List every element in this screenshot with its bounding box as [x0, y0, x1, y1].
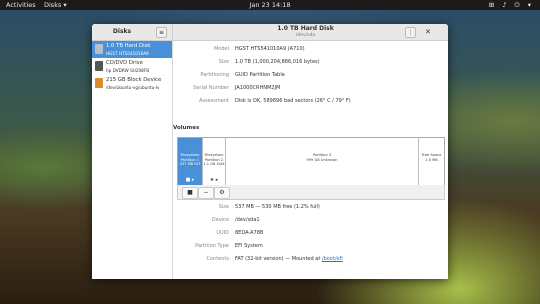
volume-map: Filesystem Partition 1 537 MB FAT ■ ▸ Fi… — [177, 137, 445, 186]
property-size: Size 1.0 TB (1,000,204,886,016 bytes) — [173, 59, 448, 68]
sidebar-item-cd-dvd[interactable]: CD/DVD Drive hp DVDRW SU208FB — [92, 58, 172, 75]
property-label: Partitioning — [200, 72, 229, 78]
device-model: HGST HTS541010A9 — [106, 51, 149, 56]
volume-label: Partition 3 999 GB Unknown — [306, 153, 338, 162]
window-title: 1.0 TB Hard Disk — [277, 25, 334, 32]
disks-window: Disks ≡ 1.0 TB Hard Disk /dev/sda ⋮ ✕ 1.… — [92, 24, 448, 279]
unmount-button[interactable]: ■ — [182, 187, 198, 199]
property-value: GUID Partition Table — [235, 72, 285, 78]
property-label: Model — [213, 46, 229, 52]
volume-label: Filesystem Partition 2 1.1 GB Ext4 — [203, 153, 225, 166]
detail-label: Size — [218, 204, 229, 210]
detail-label: UUID — [216, 230, 229, 236]
detail-value: /dev/sda1 — [235, 217, 260, 223]
property-label: Serial Number — [193, 85, 229, 91]
hard-disk-icon — [95, 44, 103, 54]
property-model: Model HGST HTS541010A9 (A710) — [173, 46, 448, 55]
volume-free-space[interactable]: Free Space 1.0 MB — [419, 138, 444, 185]
property-assessment: Assessment Disk is OK, 589896 bad sector… — [173, 98, 448, 107]
detail-value: 8EDA-A78B — [235, 230, 264, 236]
volumes-heading: Volumes — [173, 125, 200, 131]
detail-contents: Contents FAT (32-bit version) — Mounted … — [173, 256, 448, 265]
sidebar-item-hard-disk[interactable]: 1.0 TB Hard Disk HGST HTS541010A9 — [92, 41, 172, 58]
property-label: Assessment — [199, 98, 229, 104]
property-value: JA1000CRHNM2JM — [235, 85, 281, 91]
detail-value: 537 MB — 530 MB free (1.2% full) — [235, 204, 320, 210]
volume-toolbar: ■ − ⚙ — [177, 185, 445, 200]
contents-text: FAT (32-bit version) — Mounted at — [235, 256, 322, 262]
detail-value: EFI System — [235, 243, 263, 249]
mount-point-link[interactable]: /boot/efi — [322, 256, 343, 262]
volume-partition-1[interactable]: Filesystem Partition 1 537 MB FAT ■ ▸ — [178, 138, 203, 185]
detail-label: Device — [211, 217, 229, 223]
device-model: /dev/ubuntu-vg/ubuntu-lv — [106, 85, 160, 90]
sidebar-header: Disks ≡ — [92, 24, 173, 41]
detail-device: Device /dev/sda1 — [173, 217, 448, 226]
volume-label: Free Space 1.0 MB — [421, 153, 442, 162]
volume-status-icons: ■ ▸ — [185, 176, 195, 183]
volume-label: Filesystem Partition 1 537 MB FAT — [179, 153, 201, 166]
detail-uuid: UUID 8EDA-A78B — [173, 230, 448, 239]
volume-status-icons: ★ ▸ — [209, 176, 219, 183]
device-name: CD/DVD Drive — [106, 60, 144, 66]
hamburger-menu-icon[interactable]: ≡ — [156, 27, 167, 38]
device-model: hp DVDRW SU208FB — [106, 68, 150, 73]
drive-details: Model HGST HTS541010A9 (A710) Size 1.0 T… — [173, 41, 448, 279]
property-value: Disk is OK, 589896 bad sectors (26° C / … — [235, 98, 351, 104]
volume-partition-3[interactable]: Partition 3 999 GB Unknown — [226, 138, 419, 185]
sidebar-item-block-device[interactable]: 215 GB Block Device /dev/ubuntu-vg/ubunt… — [92, 75, 172, 92]
detail-size: Size 537 MB — 530 MB free (1.2% full) — [173, 204, 448, 213]
partition-options-gear-icon[interactable]: ⚙ — [214, 187, 230, 199]
property-label: Size — [218, 59, 229, 65]
system-menu[interactable]: ⊞ ♪ ⏻ ▾ — [489, 0, 534, 10]
volume-partition-2[interactable]: Filesystem Partition 2 1.1 GB Ext4 ★ ▸ — [203, 138, 226, 185]
clock[interactable]: Jan 23 14:18 — [0, 0, 540, 10]
detail-partition-type: Partition Type EFI System — [173, 243, 448, 252]
detail-label: Partition Type — [195, 243, 229, 249]
optical-drive-icon — [95, 61, 103, 71]
window-subtitle: /dev/sda — [295, 33, 316, 38]
property-value: 1.0 TB (1,000,204,886,016 bytes) — [235, 59, 320, 65]
property-partitioning: Partitioning GUID Partition Table — [173, 72, 448, 81]
block-device-icon — [95, 78, 103, 88]
device-list: 1.0 TB Hard Disk HGST HTS541010A9 CD/DVD… — [92, 41, 173, 279]
detail-value: FAT (32-bit version) — Mounted at /boot/… — [235, 256, 343, 262]
device-name: 215 GB Block Device — [106, 77, 162, 83]
sidebar-title: Disks — [112, 28, 132, 35]
drive-options-icon[interactable]: ⋮ — [405, 27, 416, 38]
close-icon[interactable]: ✕ — [423, 27, 433, 37]
main-header: 1.0 TB Hard Disk /dev/sda ⋮ ✕ — [173, 24, 448, 41]
delete-partition-button[interactable]: − — [198, 187, 214, 199]
top-bar: Activities Disks ▾ Jan 23 14:18 ⊞ ♪ ⏻ ▾ — [0, 0, 540, 10]
property-serial-number: Serial Number JA1000CRHNM2JM — [173, 85, 448, 94]
property-value: HGST HTS541010A9 (A710) — [235, 46, 305, 52]
detail-label: Contents — [206, 256, 230, 262]
device-name: 1.0 TB Hard Disk — [106, 43, 151, 49]
